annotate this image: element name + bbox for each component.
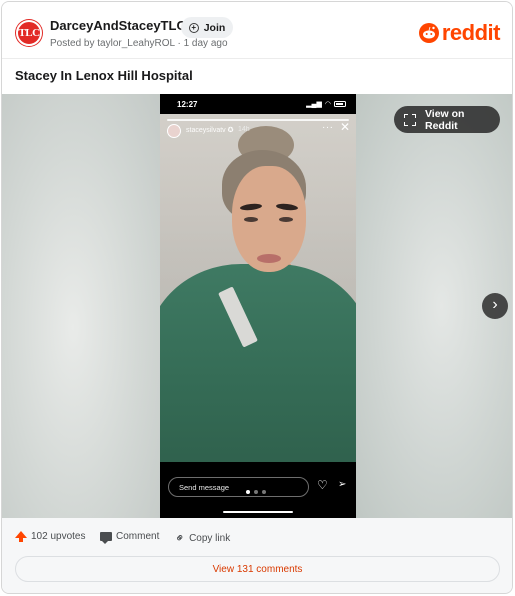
carousel-dots [246, 490, 266, 494]
view-on-reddit-label: View on Reddit [424, 107, 465, 132]
heart-icon: ♡ [317, 478, 328, 492]
posted-by: Posted by taylor_LeahyROL · 1 day ago [50, 38, 228, 49]
chevron-right-icon: › [492, 296, 498, 313]
expand-icon [404, 113, 416, 126]
story-avatar [167, 124, 181, 138]
send-message-field: Send message [168, 477, 309, 497]
view-on-reddit-button[interactable]: View on Reddit [394, 106, 500, 133]
join-label: Join [203, 21, 226, 34]
story-image: staceysilvatv ✪ 14h ··· ✕ [160, 114, 356, 462]
lips [257, 254, 281, 263]
post-header: TLC DarceyAndStaceyTLC Posted by taylor_… [2, 2, 512, 58]
view-comments-button[interactable]: View 131 comments [15, 556, 500, 582]
hospital-gown [160, 264, 356, 462]
eye-left [244, 217, 258, 222]
join-button[interactable]: + Join [181, 17, 233, 38]
post-media[interactable]: 12:27 ▂▄▆ ◠ staceysilvatv ✪ 14h ··· ✕ Se… [2, 94, 512, 518]
comment-button[interactable]: Comment [100, 531, 160, 544]
close-icon: ✕ [340, 120, 351, 134]
carousel-dot-active[interactable] [246, 490, 250, 494]
status-time: 12:27 [177, 100, 198, 109]
post-title[interactable]: Stacey In Lenox Hill Hospital [15, 68, 193, 83]
reddit-snoo-icon [418, 23, 439, 43]
reddit-wordmark: reddit [441, 20, 501, 45]
carousel-dot[interactable] [262, 490, 266, 494]
carousel-dot[interactable] [254, 490, 258, 494]
next-slide-button[interactable]: › [482, 293, 508, 319]
subreddit-name[interactable]: DarceyAndStaceyTLC [50, 18, 186, 33]
copy-link-label: Copy link [189, 532, 231, 544]
battery-icon [334, 101, 346, 107]
subreddit-avatar[interactable]: TLC [16, 20, 42, 46]
more-options-icon: ··· [322, 122, 334, 133]
send-icon: ➢ [338, 479, 347, 490]
story-username: staceysilvatv ✪ [186, 127, 234, 134]
upvote-button[interactable]: 102 upvotes [15, 531, 86, 542]
post-actions: 102 upvotes Comment ⚭ Copy link View 131… [2, 518, 512, 593]
plus-circle-icon: + [188, 22, 199, 33]
copy-link-button[interactable]: ⚭ Copy link [171, 529, 231, 547]
story-screenshot: 12:27 ▂▄▆ ◠ staceysilvatv ✪ 14h ··· ✕ Se… [160, 94, 356, 518]
reddit-logo[interactable]: reddit [418, 20, 501, 45]
upvote-count: 102 upvotes [31, 531, 86, 542]
home-indicator [223, 511, 293, 513]
comment-label: Comment [116, 531, 160, 542]
status-icons: ▂▄▆ ◠ [306, 100, 346, 108]
story-time: 14h [238, 126, 250, 133]
post-title-row: Stacey In Lenox Hill Hospital [2, 58, 512, 94]
signal-icon: ▂▄▆ [306, 101, 322, 108]
upvote-arrow-icon [15, 531, 27, 542]
eye-right [279, 217, 293, 222]
story-progress-bar [167, 119, 349, 121]
reddit-post-card: TLC DarceyAndStaceyTLC Posted by taylor_… [1, 1, 513, 594]
media-blur-left [2, 94, 160, 518]
wifi-icon: ◠ [324, 101, 331, 108]
comment-bubble-icon [100, 532, 112, 544]
link-icon: ⚭ [171, 529, 189, 547]
